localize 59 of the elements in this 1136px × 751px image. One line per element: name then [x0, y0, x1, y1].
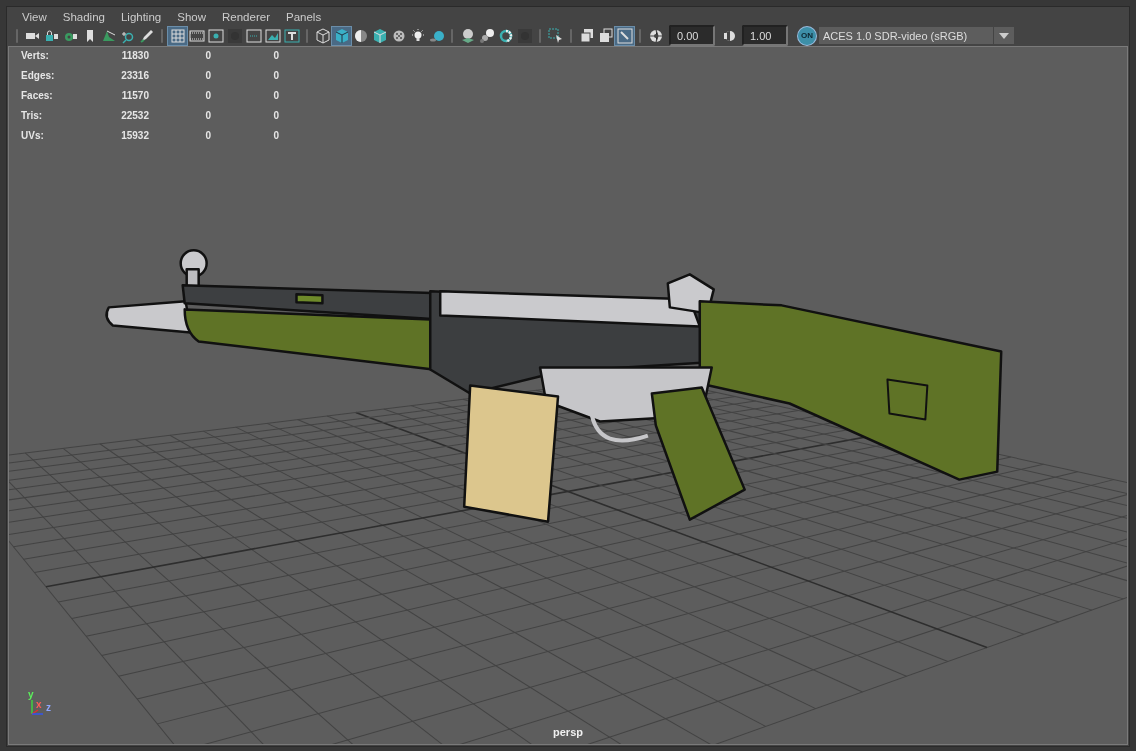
grid-icon	[169, 27, 186, 44]
stat-label: Tris:	[21, 109, 44, 123]
stat-value: 0	[204, 89, 211, 103]
stat-value: 0	[204, 109, 211, 123]
dot-button[interactable]	[206, 26, 225, 45]
stat-value: 0	[204, 129, 211, 143]
stat-value: 11570	[120, 89, 149, 103]
grid-button[interactable]	[168, 26, 187, 45]
stat-value: 0	[272, 89, 279, 103]
menu-item[interactable]: Panels	[277, 10, 330, 23]
safe-area-icon	[245, 27, 262, 44]
half-shaded-sphere-icon	[352, 27, 369, 44]
stat-value: 0	[272, 69, 279, 83]
color-management-toggle[interactable]: ON	[798, 26, 816, 45]
stat-value: 11830	[120, 49, 149, 63]
pencil-icon	[138, 27, 155, 44]
stat-value: 0	[204, 69, 211, 83]
selection-icon	[547, 27, 564, 44]
film-gate-icon	[188, 27, 205, 44]
stat-value: 15932	[120, 129, 149, 143]
stat-value: 0	[272, 49, 279, 63]
stat-label: Faces:	[21, 89, 54, 103]
wireframe-cube-button[interactable]	[313, 26, 332, 45]
gamma-field[interactable]: 1.00	[742, 25, 788, 46]
stat-value: 0	[272, 109, 279, 123]
wireframe-cube-icon	[314, 27, 331, 44]
stat-label: Edges:	[21, 69, 56, 83]
menu-item[interactable]: Renderer	[214, 10, 278, 23]
shaded-cube-icon	[333, 27, 350, 44]
stacked-squares-icon	[597, 27, 614, 44]
stat-value: 22532	[120, 109, 149, 123]
motion-spheres-button[interactable]	[477, 26, 496, 45]
axis-label: z	[46, 702, 51, 713]
camera-lock-icon	[43, 27, 60, 44]
axes-icon	[31, 699, 44, 715]
stat-label: UVs:	[21, 129, 45, 143]
menu-item[interactable]: Lighting	[112, 10, 170, 23]
menu-item[interactable]: Shading	[54, 10, 113, 23]
image-plane-icon	[264, 27, 281, 44]
dropdown-arrow-icon	[999, 32, 1009, 39]
safe-area-button[interactable]	[244, 26, 263, 45]
color-space-dropdown[interactable]: ACES 1.0 SDR-video (sRGB)	[819, 27, 1014, 44]
motion-spheres-icon	[478, 27, 495, 44]
stat-value: 0	[204, 49, 211, 63]
hud-icon	[283, 27, 300, 44]
stat-label: Verts:	[21, 49, 50, 63]
menu-item[interactable]: Show	[169, 10, 214, 23]
hud-button[interactable]	[282, 26, 301, 45]
camera-name: persp	[553, 726, 583, 738]
half-ring-icon	[497, 27, 514, 44]
light-bulb-icon	[409, 27, 426, 44]
axis-label: y	[28, 690, 34, 700]
axis-label: x	[36, 699, 42, 710]
exposure-field[interactable]: 0.00	[669, 25, 715, 46]
menu-item[interactable]: View	[14, 10, 55, 23]
textured-cube-icon	[371, 27, 388, 44]
stat-value: 23316	[120, 69, 149, 83]
image-plane-button[interactable]	[263, 26, 282, 45]
stat-value: 0	[272, 129, 279, 143]
